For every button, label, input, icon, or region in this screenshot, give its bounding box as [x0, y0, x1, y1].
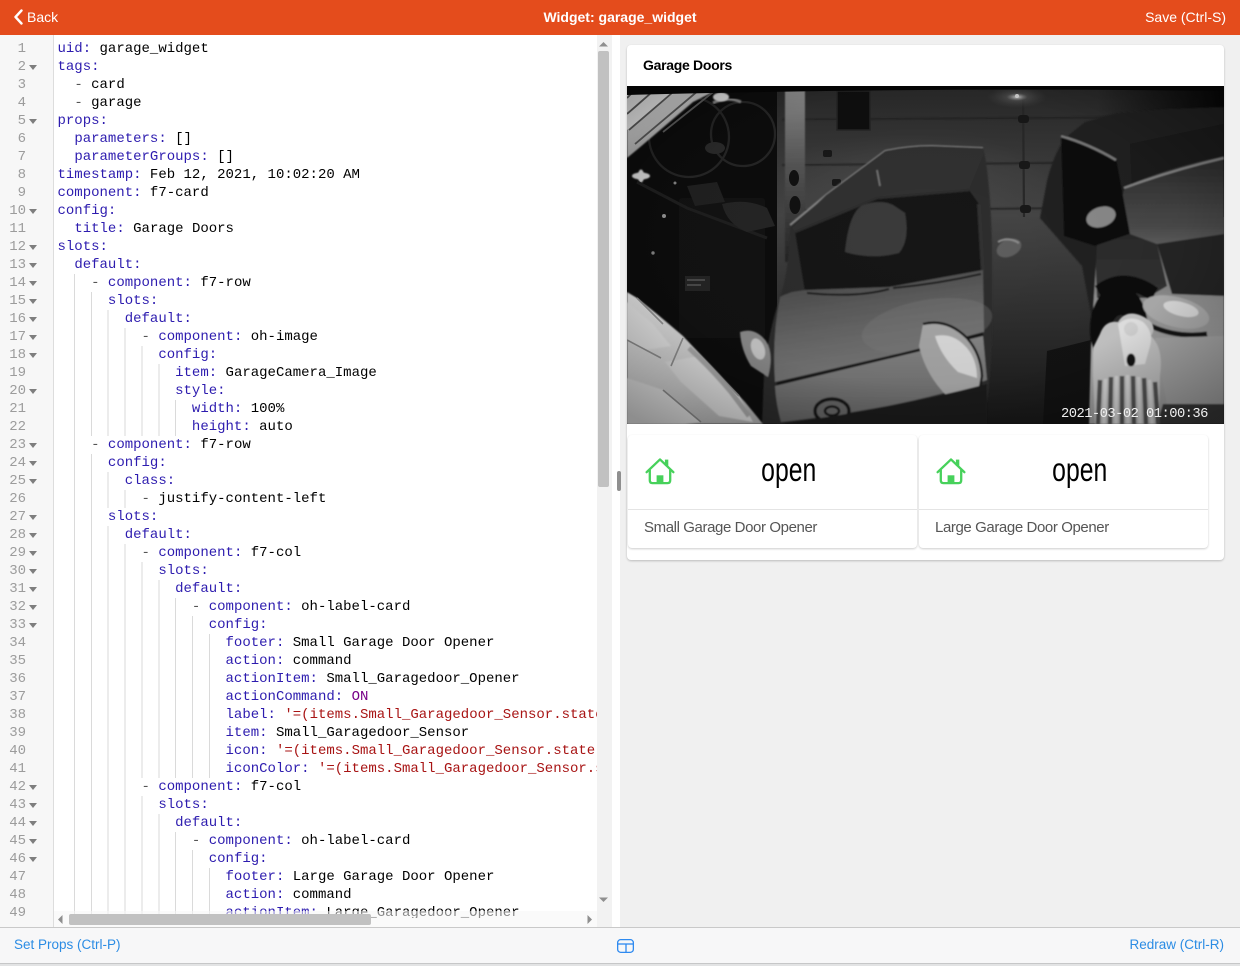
svg-text:2021-03-02 01:00:36: 2021-03-02 01:00:36	[1061, 407, 1208, 422]
